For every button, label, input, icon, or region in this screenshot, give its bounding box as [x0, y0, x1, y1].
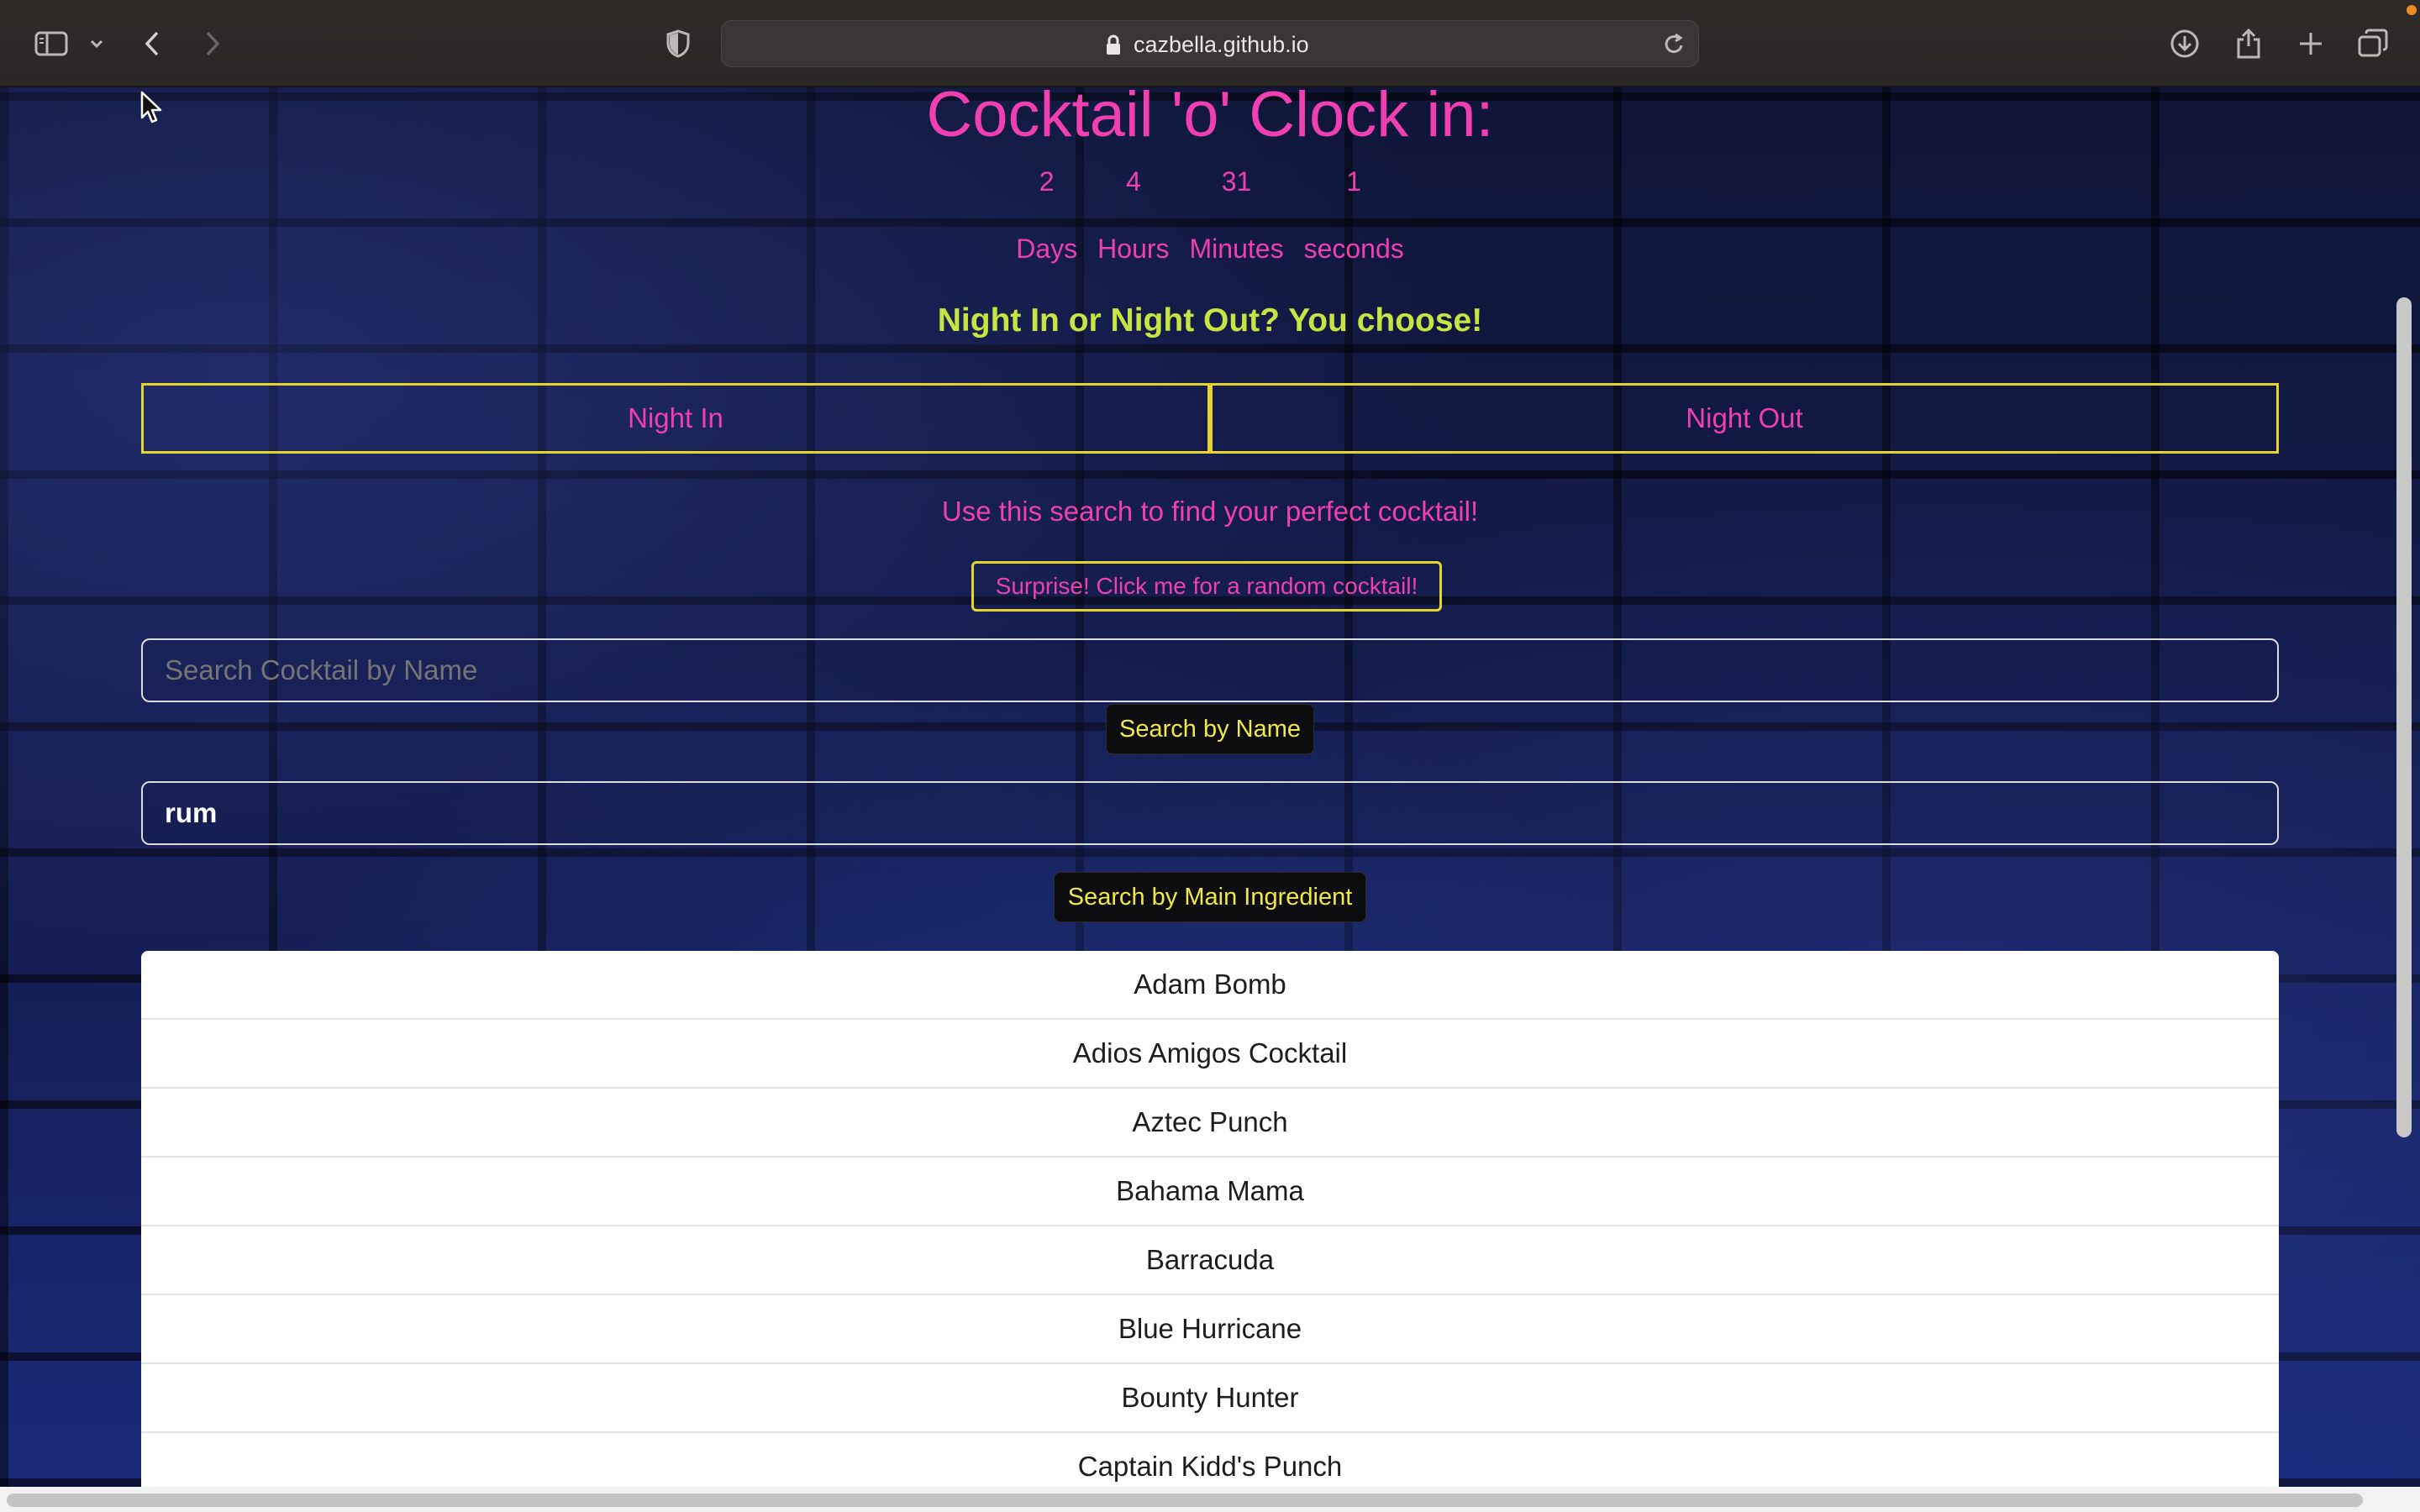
countdown: 2 Days 4 Hours 31 Minutes 1 seconds	[0, 165, 2420, 265]
address-bar[interactable]: cazbella.github.io	[721, 20, 1699, 67]
back-arrow-icon[interactable]	[139, 22, 165, 66]
chevron-down-icon[interactable]	[87, 22, 106, 66]
url-text: cazbella.github.io	[1134, 32, 1309, 57]
privacy-shield-icon[interactable]	[666, 22, 691, 66]
countdown-value: 2	[1039, 166, 1055, 197]
tab-overview-icon[interactable]	[2354, 22, 2391, 66]
horizontal-scrollbar[interactable]	[0, 1487, 2420, 1512]
countdown-label: Minutes	[1189, 234, 1284, 264]
list-item[interactable]: Barracuda	[141, 1226, 2279, 1295]
scrollbar-thumb[interactable]	[7, 1494, 2363, 1507]
tagline: Night In or Night Out? You choose!	[937, 302, 1483, 339]
page-viewport: Cocktail 'o' Clock in: 2 Days 4 Hours 31…	[0, 87, 2420, 1487]
countdown-days: 2 Days	[1016, 165, 1077, 265]
list-item[interactable]: Blue Hurricane	[141, 1295, 2279, 1364]
browser-toolbar: cazbella.github.io	[0, 0, 2420, 87]
countdown-value: 4	[1125, 166, 1141, 197]
list-item[interactable]: Bounty Hunter	[141, 1364, 2279, 1433]
vertical-scrollbar[interactable]	[2396, 87, 2412, 1487]
ingredient-input[interactable]	[141, 781, 2279, 845]
cocktail-name-input[interactable]	[141, 638, 2279, 702]
list-item[interactable]: Captain Kidd's Punch	[141, 1433, 2279, 1487]
results-list: Adam Bomb Adios Amigos Cocktail Aztec Pu…	[141, 951, 2279, 1487]
list-item[interactable]: Adam Bomb	[141, 951, 2279, 1020]
search-by-name-button[interactable]: Search by Name	[1106, 704, 1314, 754]
sidebar-toggle-icon[interactable]	[34, 22, 69, 66]
countdown-value: 1	[1346, 166, 1362, 197]
notification-dot	[2407, 5, 2417, 15]
countdown-label: Hours	[1097, 234, 1170, 264]
share-icon[interactable]	[2232, 22, 2265, 66]
downloads-icon[interactable]	[2168, 22, 2202, 66]
page-title: Cocktail 'o' Clock in:	[926, 87, 1494, 150]
countdown-value: 31	[1221, 166, 1252, 197]
list-item[interactable]: Adios Amigos Cocktail	[141, 1020, 2279, 1089]
countdown-hours: 4 Hours	[1097, 165, 1169, 265]
random-cocktail-button[interactable]: Surprise! Click me for a random cocktail…	[971, 561, 1442, 612]
new-tab-icon[interactable]	[2294, 22, 2328, 66]
reload-icon[interactable]	[1663, 33, 1685, 56]
countdown-minutes: 31 Minutes	[1190, 165, 1284, 265]
mouse-cursor-icon	[139, 91, 163, 129]
night-out-button[interactable]: Night Out	[1210, 383, 2279, 454]
countdown-label: seconds	[1303, 234, 1404, 264]
list-item[interactable]: Aztec Punch	[141, 1089, 2279, 1158]
search-by-ingredient-button[interactable]: Search by Main Ingredient	[1054, 872, 1366, 922]
forward-arrow-icon[interactable]	[200, 22, 225, 66]
list-item[interactable]: Bahama Mama	[141, 1158, 2279, 1226]
lock-icon	[1105, 34, 1122, 56]
search-hint: Use this search to find your perfect coc…	[941, 496, 1479, 527]
night-in-button[interactable]: Night In	[141, 383, 1210, 454]
countdown-seconds: 1 seconds	[1304, 165, 1404, 265]
countdown-label: Days	[1016, 234, 1078, 264]
scrollbar-thumb[interactable]	[2396, 297, 2412, 1137]
